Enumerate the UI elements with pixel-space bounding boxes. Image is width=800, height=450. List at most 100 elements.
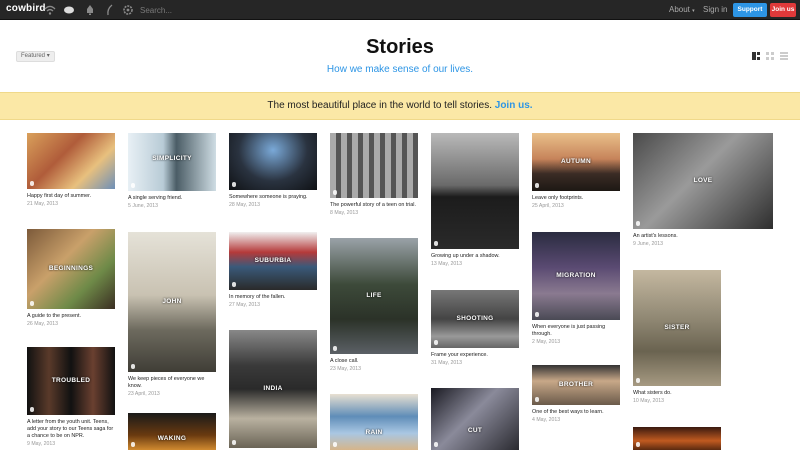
story-thumbnail[interactable]	[330, 133, 418, 198]
banner-join-link[interactable]: Join us.	[495, 100, 533, 111]
microphone-icon	[434, 442, 438, 447]
story-date: 23 April, 2013	[128, 391, 160, 397]
cowbird-logo[interactable]: cowbird	[6, 3, 46, 14]
microphone-icon	[232, 440, 236, 445]
mosaic-view-icon[interactable]	[752, 52, 760, 60]
microphone-icon	[434, 340, 438, 345]
banner-text: The most beautiful place in the world to…	[267, 100, 492, 111]
wifi-icon[interactable]	[44, 4, 56, 16]
story-thumbnail[interactable]	[633, 427, 721, 450]
story-date: 4 May, 2013	[532, 417, 561, 423]
story-date: 9 May, 2013	[27, 441, 56, 447]
story-caption: We keep pieces of everyone we know.	[128, 376, 205, 389]
story-caption: One of the best ways to learn.	[532, 409, 604, 415]
story-date: 25 April, 2013	[532, 203, 564, 209]
story-title-overlay: SUBURBIA	[254, 257, 292, 264]
story-date: 2 May, 2013	[532, 339, 561, 345]
story-date: 23 May, 2013	[330, 366, 362, 372]
story-thumbnail[interactable]: INDIA	[229, 330, 317, 448]
about-menu[interactable]: About ▾	[669, 5, 695, 14]
grid-view-icon[interactable]	[766, 52, 774, 60]
story-thumbnail[interactable]	[27, 133, 115, 189]
story-thumbnail[interactable]: BROTHER	[532, 365, 620, 405]
microphone-icon	[30, 301, 34, 306]
story-date: 31 May, 2013	[431, 360, 463, 366]
story-date: 9 June, 2013	[633, 241, 663, 247]
story-caption: The powerful story of a teen on trial.	[330, 202, 416, 208]
page-title: Stories	[366, 36, 434, 58]
story-caption: Leave only footprints.	[532, 195, 584, 201]
chat-bubble-icon[interactable]	[63, 4, 75, 16]
bell-icon[interactable]	[84, 4, 96, 16]
story-caption: A close call.	[330, 358, 359, 364]
story-caption: A letter from the youth unit. Teens, add…	[27, 419, 114, 439]
story-thumbnail[interactable]: LIFE	[330, 238, 418, 354]
microphone-icon	[636, 221, 640, 226]
microphone-icon	[535, 183, 539, 188]
story-caption: Growing up under a shadow.	[431, 253, 500, 259]
microphone-icon	[232, 182, 236, 187]
story-thumbnail[interactable]: TROUBLED	[27, 347, 115, 415]
join-banner: The most beautiful place in the world to…	[0, 92, 800, 120]
microphone-icon	[30, 181, 34, 186]
microphone-icon	[636, 378, 640, 383]
feather-icon[interactable]	[104, 4, 116, 16]
story-caption: Somewhere someone is praying.	[229, 194, 308, 200]
story-thumbnail[interactable]: CUT	[431, 388, 519, 450]
story-title-overlay: LIFE	[366, 292, 382, 299]
story-title-overlay: SHOOTING	[456, 315, 494, 322]
story-title-overlay: AUTUMN	[561, 158, 591, 165]
microphone-icon	[30, 407, 34, 412]
story-title-overlay: LOVE	[693, 177, 713, 184]
story-thumbnail[interactable]: JOHN	[128, 232, 216, 372]
sign-in-link[interactable]: Sign in	[703, 5, 727, 14]
microphone-icon	[434, 241, 438, 246]
story-date: 13 May, 2013	[431, 261, 463, 267]
support-us-button[interactable]: Support us	[733, 3, 767, 27]
story-thumbnail[interactable]: AUTUMN	[532, 133, 620, 191]
story-thumbnail[interactable]: LOVE	[633, 133, 773, 229]
join-us-button[interactable]: Join us	[770, 3, 796, 17]
microphone-icon	[535, 312, 539, 317]
microphone-icon	[333, 190, 337, 195]
story-caption: An artist's lessons.	[633, 233, 678, 239]
story-thumbnail[interactable]	[431, 133, 519, 249]
story-title-overlay: CUT	[467, 427, 483, 434]
story-caption: Happy first day of summer.	[27, 193, 92, 199]
story-caption: A guide to the present.	[27, 313, 81, 319]
story-thumbnail[interactable]: RAIN	[330, 394, 418, 450]
story-date: 5 June, 2013	[128, 203, 158, 209]
story-thumbnail[interactable]: WAKING	[128, 413, 216, 450]
story-caption: When everyone is just passing through.	[532, 324, 606, 337]
story-thumbnail[interactable]: SISTER	[633, 270, 721, 386]
story-date: 10 May, 2013	[633, 398, 665, 404]
story-title-overlay: SIMPLICITY	[152, 155, 192, 162]
story-thumbnail[interactable]: BEGINNINGS	[27, 229, 115, 309]
story-title-overlay: BEGINNINGS	[48, 265, 94, 272]
story-title-overlay: WAKING	[157, 435, 187, 442]
microphone-icon	[333, 346, 337, 351]
story-title-overlay: INDIA	[263, 385, 283, 392]
list-view-icon[interactable]	[780, 52, 788, 60]
search-input[interactable]	[140, 3, 260, 17]
microphone-icon	[333, 442, 337, 447]
microphone-icon	[535, 397, 539, 402]
story-thumbnail[interactable]: SIMPLICITY	[128, 133, 216, 191]
story-caption: In memory of the fallen.	[229, 294, 286, 300]
story-thumbnail[interactable]: SUBURBIA	[229, 232, 317, 290]
story-thumbnail[interactable]: MIGRATION	[532, 232, 620, 320]
settings-icon[interactable]	[122, 4, 134, 16]
story-thumbnail[interactable]: SHOOTING	[431, 290, 519, 348]
microphone-icon	[131, 442, 135, 447]
page-subtitle: How we make sense of our lives.	[326, 64, 474, 75]
story-title-overlay: RAIN	[365, 429, 383, 436]
microphone-icon	[636, 442, 640, 447]
story-thumbnail[interactable]	[229, 133, 317, 190]
top-nav-bar: cowbird About ▾ Sign in Support us Join …	[0, 0, 800, 27]
story-title-overlay: MIGRATION	[556, 272, 596, 279]
microphone-icon	[232, 282, 236, 287]
story-date: 28 May, 2013	[229, 202, 261, 208]
story-date: 26 May, 2013	[27, 321, 59, 327]
about-label: About	[669, 5, 690, 14]
caret-down-icon: ▾	[692, 8, 695, 14]
